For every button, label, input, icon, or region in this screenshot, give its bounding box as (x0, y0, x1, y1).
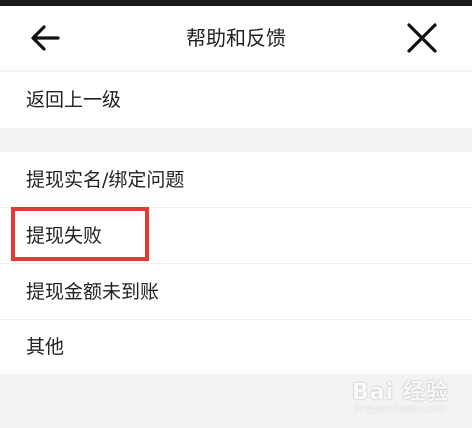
watermark-logo: Bai 经验 (352, 380, 449, 405)
help-feedback-screen: 帮助和反馈 返回上一级 提现实名/绑定问题 提现失败 提现金额未到账 其他 Ba… (0, 0, 472, 428)
back-section: 返回上一级 (0, 72, 472, 128)
issue-list: 提现实名/绑定问题 提现失败 提现金额未到账 其他 (0, 152, 472, 374)
list-item-amount-not-received[interactable]: 提现金额未到账 (0, 264, 472, 320)
close-icon (407, 23, 437, 53)
watermark-url: jingyan.baidu.com (354, 404, 447, 415)
list-item-withdraw-failed[interactable]: 提现失败 (0, 208, 472, 264)
close-button[interactable] (398, 18, 446, 58)
nav-header: 帮助和反馈 (0, 6, 472, 70)
back-button[interactable] (24, 18, 72, 58)
watermark: Bai 经验 jingyan.baidu.com (352, 372, 468, 422)
list-item-other[interactable]: 其他 (0, 320, 472, 374)
arrow-left-icon (31, 25, 60, 51)
list-item-realname-binding[interactable]: 提现实名/绑定问题 (0, 152, 472, 208)
back-level-item[interactable]: 返回上一级 (0, 72, 472, 128)
